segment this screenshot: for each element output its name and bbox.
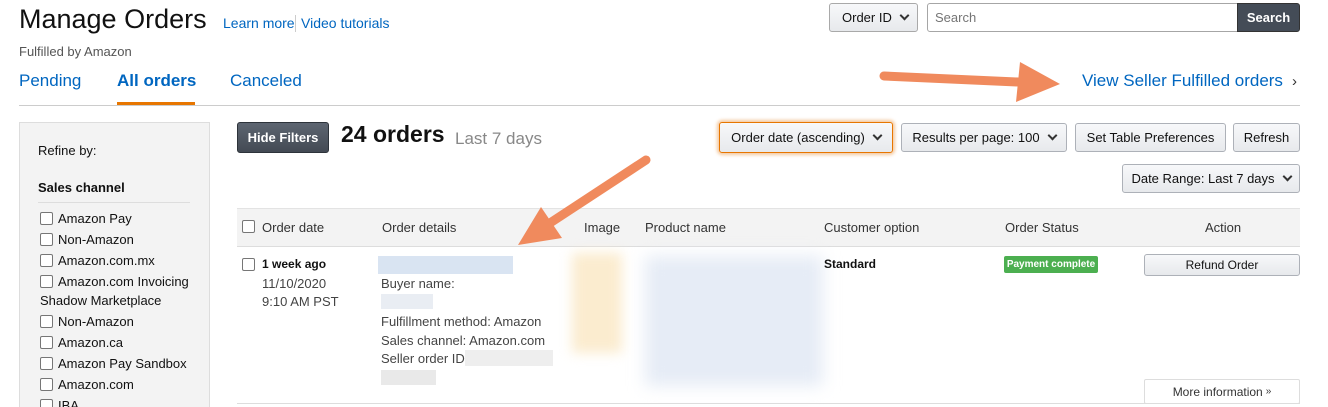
search-button[interactable]: Search (1237, 3, 1300, 32)
hide-filters-button[interactable]: Hide Filters (237, 122, 329, 153)
link-separator (295, 15, 296, 32)
checkbox[interactable] (40, 357, 53, 370)
channel-filter-item[interactable]: Non-Amazon (40, 314, 134, 329)
select-all-checkbox[interactable] (242, 220, 255, 233)
annotation-arrow (879, 62, 1060, 102)
product-image-redacted (572, 253, 622, 353)
search-input[interactable] (927, 3, 1238, 32)
checkbox[interactable] (40, 254, 53, 267)
checkbox[interactable] (40, 336, 53, 349)
tab-canceled[interactable]: Canceled (230, 71, 302, 91)
chevron-right-icon: › (1292, 73, 1297, 90)
channel-label-continuation: Shadow Marketplace (40, 293, 162, 308)
column-header-image: Image (584, 220, 621, 235)
learn-more-link[interactable]: Learn more (223, 15, 295, 31)
search-filter-select[interactable]: Order ID (829, 3, 918, 32)
channel-label: Amazon.com Invoicing (58, 274, 189, 289)
chevron-down-icon (1047, 130, 1058, 141)
page-title: Manage Orders (19, 4, 207, 34)
column-header-order-date[interactable]: Order date (262, 220, 324, 235)
column-header-action: Action (1205, 220, 1242, 235)
channel-label: Non-Amazon (58, 314, 134, 329)
refine-by-label: Refine by: (38, 143, 97, 158)
orders-count: 24 orders (341, 121, 445, 147)
sort-order-select[interactable]: Order date (ascending) (719, 122, 893, 153)
results-per-page-label: Results per page: 100 (912, 130, 1040, 145)
channel-filter-item[interactable]: Amazon Pay (40, 211, 132, 226)
search-filter-label: Order ID (842, 10, 892, 25)
channel-filter-item[interactable]: Amazon Pay Sandbox (40, 356, 187, 371)
channel-filter-item[interactable]: Amazon.com (40, 377, 134, 392)
fulfillment-method: Fulfillment method: Amazon (381, 314, 542, 329)
refresh-button[interactable]: Refresh (1233, 123, 1300, 152)
row-checkbox[interactable] (242, 258, 255, 271)
checkbox[interactable] (40, 315, 53, 328)
refund-order-button[interactable]: Refund Order (1144, 254, 1300, 276)
channel-label: Amazon Pay Sandbox (58, 356, 187, 371)
product-name-redacted (645, 256, 823, 386)
order-time: 9:10 AM PST (262, 294, 339, 309)
date-range-select[interactable]: Date Range: Last 7 days (1122, 164, 1300, 193)
checkbox[interactable] (40, 399, 53, 407)
sidebar-divider (38, 202, 190, 203)
video-tutorials-link[interactable]: Video tutorials (301, 15, 389, 31)
channel-filter-item[interactable]: Non-Amazon (40, 232, 134, 247)
buyer-name-label: Buyer name: (381, 276, 455, 291)
channel-label: Amazon.com (58, 377, 134, 392)
double-chevron-down-icon: » (1265, 386, 1272, 397)
order-relative-date: 1 week ago (262, 257, 327, 271)
fulfillment-subtitle: Fulfilled by Amazon (19, 44, 132, 59)
set-table-preferences-button[interactable]: Set Table Preferences (1075, 123, 1226, 152)
channel-label: Amazon.com.mx (58, 253, 155, 268)
chevron-down-icon (899, 10, 910, 21)
channel-filter-item[interactable]: Amazon.ca (40, 335, 123, 350)
more-information-label: More information (1172, 384, 1263, 399)
period-label: Last 7 days (455, 129, 542, 148)
channel-label: IBA (58, 398, 79, 407)
column-header-order-status: Order Status (1005, 220, 1079, 235)
channel-filter-item[interactable]: Amazon.com.mx (40, 253, 155, 268)
checkbox[interactable] (40, 212, 53, 225)
channel-filter-item[interactable]: IBA (40, 398, 79, 407)
seller-order-id-label: Seller order ID: (381, 351, 469, 366)
tab-pending[interactable]: Pending (19, 71, 81, 91)
chevron-down-icon (1282, 171, 1292, 182)
checkbox[interactable] (40, 378, 53, 391)
more-information-button[interactable]: More information » (1144, 379, 1300, 404)
date-range-label: Date Range: Last 7 days (1131, 171, 1275, 186)
channel-label: Amazon Pay (58, 211, 132, 226)
sort-label: Order date (ascending) (731, 130, 865, 145)
chevron-down-icon (872, 130, 883, 141)
checkbox[interactable] (40, 275, 53, 288)
view-seller-fulfilled-link[interactable]: View Seller Fulfilled orders (1082, 71, 1283, 91)
sales-channel-value: Sales channel: Amazon.com (381, 333, 546, 348)
sales-channel-heading: Sales channel (38, 180, 125, 195)
column-header-product-name: Product name (645, 220, 726, 235)
tabs-divider (19, 105, 1300, 106)
checkbox[interactable] (40, 233, 53, 246)
row-divider (237, 403, 1300, 404)
column-header-customer-option: Customer option (824, 220, 920, 235)
column-header-order-details: Order details (382, 220, 457, 235)
channel-label: Non-Amazon (58, 232, 134, 247)
seller-order-id-redacted (465, 350, 553, 366)
status-badge: Payment complete (1004, 256, 1098, 273)
order-id-link-redacted[interactable] (378, 256, 513, 274)
seller-order-id-redacted-2 (381, 370, 436, 385)
channel-label: Amazon.ca (58, 335, 124, 350)
results-per-page-select[interactable]: Results per page: 100 (901, 123, 1067, 152)
customer-option-value: Standard (824, 257, 877, 271)
order-date: 11/10/2020 (262, 276, 327, 291)
buyer-name-redacted (381, 294, 433, 309)
tab-all-orders[interactable]: All orders (117, 71, 196, 91)
channel-filter-item[interactable]: Amazon.com Invoicing (40, 274, 189, 289)
